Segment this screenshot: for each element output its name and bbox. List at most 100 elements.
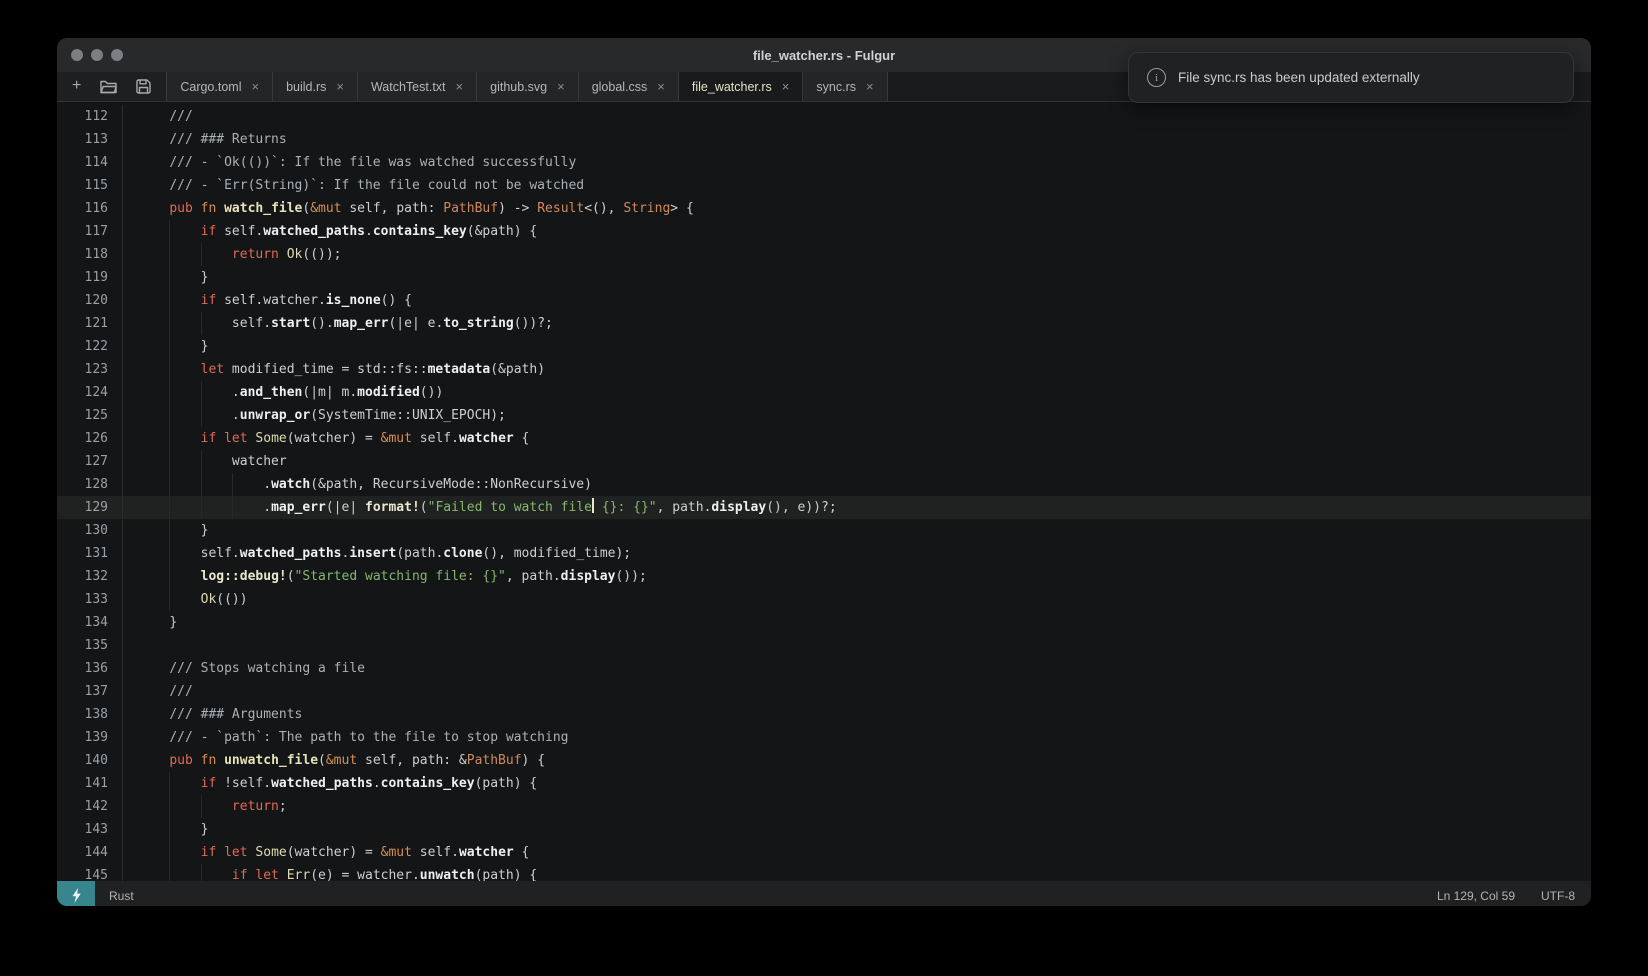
line-content: } (138, 818, 208, 841)
line-number: 130 (57, 519, 123, 542)
line-content: if let Err(e) = watcher.unwatch(path) { (138, 864, 537, 881)
tab-github-svg[interactable]: github.svg× (477, 72, 579, 101)
close-tab-icon[interactable]: × (657, 80, 665, 93)
new-tab-icon[interactable]: + (72, 78, 81, 94)
code-line-112[interactable]: 112 /// (57, 105, 1591, 128)
line-number: 116 (57, 197, 123, 220)
line-number: 145 (57, 864, 123, 881)
code-line-141[interactable]: 141 if !self.watched_paths.contains_key(… (57, 772, 1591, 795)
code-line-143[interactable]: 143 } (57, 818, 1591, 841)
language-indicator[interactable]: Rust (109, 889, 134, 903)
line-content: .watch(&path, RecursiveMode::NonRecursiv… (138, 473, 592, 496)
code-line-144[interactable]: 144 if let Some(watcher) = &mut self.wat… (57, 841, 1591, 864)
line-number: 143 (57, 818, 123, 841)
tab-file_watcher-rs[interactable]: file_watcher.rs× (679, 72, 804, 101)
code-line-134[interactable]: 134 } (57, 611, 1591, 634)
code-line-131[interactable]: 131 self.watched_paths.insert(path.clone… (57, 542, 1591, 565)
code-line-130[interactable]: 130 } (57, 519, 1591, 542)
line-number: 124 (57, 381, 123, 404)
code-line-129[interactable]: 129 .map_err(|e| format!("Failed to watc… (57, 496, 1591, 519)
code-line-124[interactable]: 124 .and_then(|m| m.modified()) (57, 381, 1591, 404)
tab-build-rs[interactable]: build.rs× (273, 72, 358, 101)
indent-guide (232, 473, 233, 496)
code-line-142[interactable]: 142 return; (57, 795, 1591, 818)
code-line-136[interactable]: 136 /// Stops watching a file (57, 657, 1591, 680)
line-content: /// - `Ok(())`: If the file was watched … (138, 151, 576, 174)
code-line-133[interactable]: 133 Ok(()) (57, 588, 1591, 611)
indent-guide (169, 289, 170, 312)
close-tab-icon[interactable]: × (557, 80, 565, 93)
code-line-121[interactable]: 121 self.start().map_err(|e| e.to_string… (57, 312, 1591, 335)
code-line-135[interactable]: 135 (57, 634, 1591, 657)
indent-guide (169, 381, 170, 404)
line-content: .and_then(|m| m.modified()) (138, 381, 443, 404)
tab-Cargo-toml[interactable]: Cargo.toml × (167, 72, 273, 101)
line-content: /// (138, 105, 193, 128)
code-line-126[interactable]: 126 if let Some(watcher) = &mut self.wat… (57, 427, 1591, 450)
line-number: 142 (57, 795, 123, 818)
code-line-125[interactable]: 125 .unwrap_or(SystemTime::UNIX_EPOCH); (57, 404, 1591, 427)
code-line-138[interactable]: 138 /// ### Arguments (57, 703, 1591, 726)
code-line-114[interactable]: 114 /// - `Ok(())`: If the file was watc… (57, 151, 1591, 174)
close-window-button[interactable] (71, 49, 83, 61)
code-line-122[interactable]: 122 } (57, 335, 1591, 358)
indent-guide (169, 542, 170, 565)
code-line-139[interactable]: 139 /// - `path`: The path to the file t… (57, 726, 1591, 749)
code-editor[interactable]: 112 ///113 /// ### Returns114 /// - `Ok(… (57, 102, 1591, 881)
tab-list: Cargo.toml×build.rs×WatchTest.txt×github… (167, 72, 887, 101)
line-content: } (138, 519, 208, 542)
open-folder-icon[interactable] (100, 80, 117, 94)
line-number: 118 (57, 243, 123, 266)
code-line-132[interactable]: 132 log::debug!("Started watching file: … (57, 565, 1591, 588)
close-tab-icon[interactable]: × (251, 80, 259, 93)
code-line-120[interactable]: 120 if self.watcher.is_none() { (57, 289, 1591, 312)
code-line-127[interactable]: 127 watcher (57, 450, 1591, 473)
code-line-119[interactable]: 119 } (57, 266, 1591, 289)
indent-guide (201, 450, 202, 473)
tab-label: global.css (592, 80, 648, 94)
tab-label: Cargo.toml (180, 80, 241, 94)
indent-guide (169, 266, 170, 289)
line-number: 135 (57, 634, 123, 657)
code-line-117[interactable]: 117 if self.watched_paths.contains_key(&… (57, 220, 1591, 243)
tab-global-css[interactable]: global.css × (579, 72, 679, 101)
minimize-window-button[interactable] (91, 49, 103, 61)
code-line-128[interactable]: 128 .watch(&path, RecursiveMode::NonRecu… (57, 473, 1591, 496)
close-tab-icon[interactable]: × (782, 80, 790, 93)
indent-guide (169, 243, 170, 266)
indent-guide (201, 404, 202, 427)
code-line-113[interactable]: 113 /// ### Returns (57, 128, 1591, 151)
indent-guide (169, 795, 170, 818)
code-line-123[interactable]: 123 let modified_time = std::fs::metadat… (57, 358, 1591, 381)
encoding-indicator[interactable]: UTF-8 (1541, 889, 1575, 903)
code-line-116[interactable]: 116 pub fn watch_file(&mut self, path: P… (57, 197, 1591, 220)
tab-sync-rs[interactable]: sync.rs× (803, 72, 887, 101)
code-line-118[interactable]: 118 return Ok(()); (57, 243, 1591, 266)
close-tab-icon[interactable]: × (866, 80, 874, 93)
line-content: if let Some(watcher) = &mut self.watcher… (138, 841, 529, 864)
line-number: 112 (57, 105, 123, 128)
code-line-145[interactable]: 145 if let Err(e) = watcher.unwatch(path… (57, 864, 1591, 881)
cursor-position[interactable]: Ln 129, Col 59 (1437, 889, 1515, 903)
code-line-115[interactable]: 115 /// - `Err(String)`: If the file cou… (57, 174, 1591, 197)
close-tab-icon[interactable]: × (456, 80, 464, 93)
close-tab-icon[interactable]: × (336, 80, 344, 93)
code-line-137[interactable]: 137 /// (57, 680, 1591, 703)
indent-guide (169, 565, 170, 588)
indent-guide (201, 243, 202, 266)
notification-toast[interactable]: i File sync.rs has been updated external… (1128, 52, 1574, 103)
line-number: 141 (57, 772, 123, 795)
indent-guide (232, 496, 233, 519)
indent-guide (201, 381, 202, 404)
line-number: 129 (57, 496, 123, 519)
code-line-140[interactable]: 140 pub fn unwatch_file(&mut self, path:… (57, 749, 1591, 772)
lightning-icon (57, 881, 95, 906)
traffic-lights (71, 49, 123, 61)
tab-WatchTest-txt[interactable]: WatchTest.txt× (358, 72, 477, 101)
line-content: /// ### Returns (138, 128, 287, 151)
zoom-window-button[interactable] (111, 49, 123, 61)
line-number: 132 (57, 565, 123, 588)
save-icon[interactable] (136, 79, 151, 94)
line-content: .map_err(|e| format!("Failed to watch fi… (138, 496, 837, 519)
line-content: return Ok(()); (138, 243, 342, 266)
